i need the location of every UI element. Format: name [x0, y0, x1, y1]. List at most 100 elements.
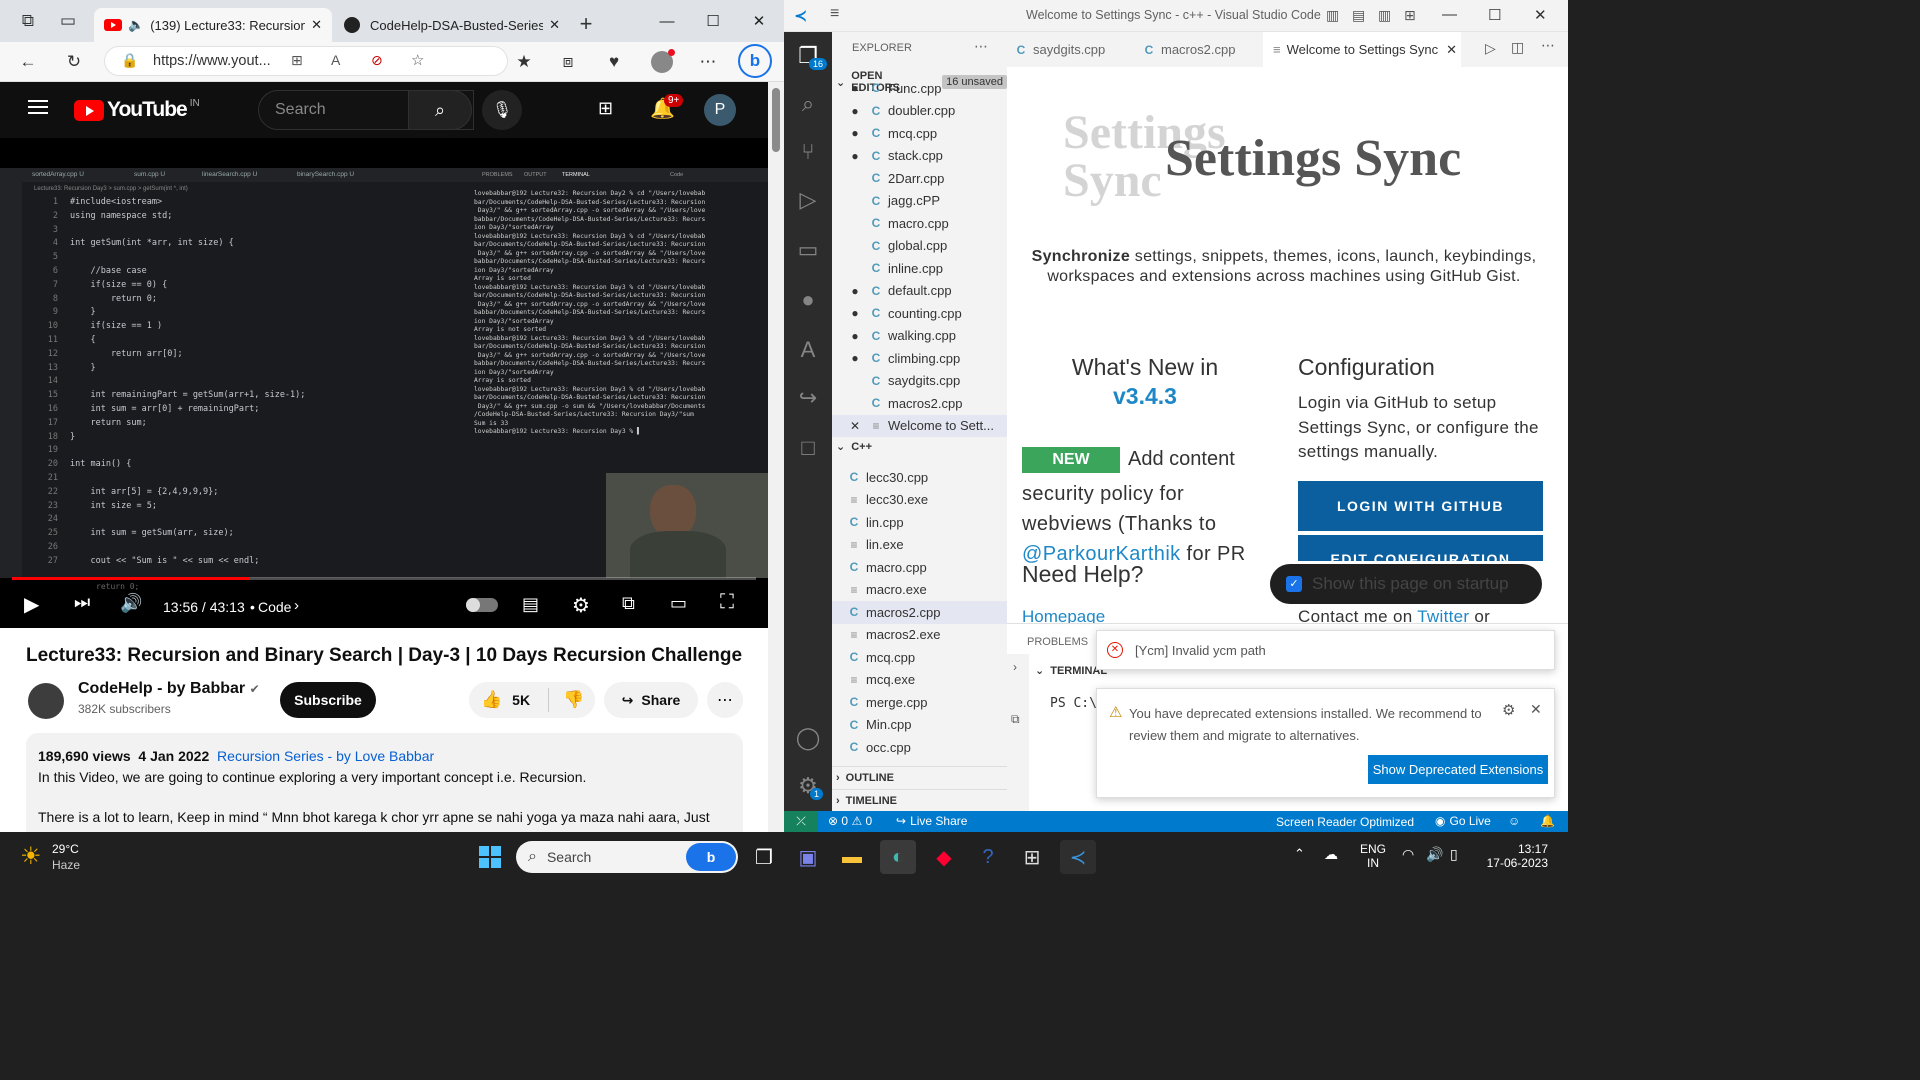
screen-reader-status[interactable]: Screen Reader Optimized [1270, 811, 1420, 832]
help-icon[interactable]: ? [970, 840, 1006, 874]
accounts-icon[interactable]: ◯ [784, 714, 832, 762]
checkbox-icon[interactable]: ✓ [1286, 576, 1302, 592]
more-icon[interactable]: ⋯ [1541, 37, 1555, 54]
avatar[interactable]: P [704, 94, 736, 126]
folder-file-item[interactable]: Cmacros2.cpp [832, 601, 1007, 624]
login-github-button[interactable]: LOGIN WITH GITHUB [1298, 481, 1543, 531]
problems-status[interactable]: ⊗ 0 ⚠ 0 [828, 814, 872, 828]
open-editor-item[interactable]: Csaydgits.cpp [832, 370, 1007, 393]
autoplay-toggle[interactable] [466, 598, 498, 612]
fullscreen-icon[interactable]: ⛶ [720, 591, 734, 614]
open-editor-item[interactable]: ● Cwalking.cpp [832, 325, 1007, 348]
open-editor-item[interactable]: ● Cclimbing.cpp [832, 347, 1007, 370]
edit-configuration-button[interactable]: EDIT CONFIGURATION [1298, 535, 1543, 561]
maximize-icon[interactable]: ☐ [1488, 6, 1501, 24]
folder-file-item[interactable]: Cocc.cpp [832, 736, 1007, 759]
profile-icon[interactable] [646, 46, 678, 78]
folder-file-item[interactable]: Cmacro.cpp [832, 556, 1007, 579]
folder-file-item[interactable]: ≡ macro.exe [832, 579, 1007, 602]
store-icon[interactable]: ⊞ [1014, 840, 1050, 874]
back-icon[interactable]: ← [12, 46, 44, 78]
folder-file-item[interactable]: Clin.cpp [832, 511, 1007, 534]
like-button[interactable]: 👍 5K [469, 688, 549, 712]
volume-icon[interactable]: 🔊 [120, 593, 142, 614]
open-editor-item[interactable]: ● Ccounting.cpp [832, 302, 1007, 325]
chapter-label[interactable]: Code [258, 599, 291, 615]
youtube-logo[interactable]: YouTube IN [74, 98, 200, 122]
close-icon[interactable]: ✕ [848, 419, 862, 433]
windows-start-icon[interactable] [472, 840, 508, 874]
wifi-icon[interactable]: ◠ [1402, 846, 1414, 863]
homepage-link[interactable]: Homepage [1022, 607, 1105, 623]
language-indicator[interactable]: ENG IN [1360, 842, 1386, 870]
create-video-icon[interactable]: ⊞ [598, 98, 613, 119]
outline-header[interactable]: › OUTLINE [832, 766, 1007, 788]
vscode-taskbar-icon[interactable]: ≺ [1060, 840, 1096, 874]
problems-tab[interactable]: PROBLEMS [1027, 636, 1088, 648]
chevron-right-icon[interactable]: › [1013, 660, 1017, 674]
progress-bar[interactable] [12, 577, 756, 580]
minimize-icon[interactable]: — [1442, 6, 1457, 23]
close-icon[interactable]: ✕ [311, 17, 322, 33]
run-icon[interactable]: ▷ [1485, 40, 1496, 57]
channel-name[interactable]: CodeHelp - by Babbar ✔ [78, 680, 260, 698]
task-view-icon[interactable]: ❐ [746, 840, 782, 874]
file-explorer-icon[interactable]: ▬ [834, 840, 870, 874]
edge-icon[interactable]: ◐ [880, 840, 916, 874]
onedrive-icon[interactable]: ☁ [1324, 846, 1338, 863]
url-field[interactable]: 🔒 https://www.yout... ⊞ A ⊘ ☆ [104, 46, 508, 76]
show-deprecated-extensions-button[interactable]: Show Deprecated Extensions [1368, 755, 1548, 784]
volume-icon[interactable]: 🔊 [1426, 846, 1443, 863]
folder-file-item[interactable]: Clecc30.cpp [832, 466, 1007, 489]
close-window-icon[interactable]: ✕ [736, 0, 782, 42]
chevron-up-icon[interactable]: ⌃ [1294, 846, 1305, 862]
customize-layout-icon[interactable]: ⊞ [1404, 7, 1416, 24]
azure-icon[interactable]: A [784, 326, 832, 374]
description-box[interactable]: 189,690 views 4 Jan 2022 Recursion Serie… [26, 733, 743, 832]
chevron-right-icon[interactable]: › [294, 597, 299, 614]
page-scrollbar[interactable] [768, 82, 784, 832]
open-editor-item[interactable]: ● Cdefault.cpp [832, 280, 1007, 303]
terminal-icon[interactable]: ⧉ [1011, 712, 1020, 727]
toggle-secondary-sidebar-icon[interactable]: ▥ [1378, 7, 1391, 24]
open-editor-item[interactable]: Cinline.cpp [832, 257, 1007, 280]
toggle-panel-icon[interactable]: ▤ [1352, 7, 1365, 24]
folder-file-item[interactable]: C Min.cpp [832, 714, 1007, 737]
browser-essentials-icon[interactable]: ♥ [598, 46, 630, 78]
more-actions-icon[interactable]: ⋯ [707, 682, 743, 718]
folder-file-item[interactable]: ≡ mcq.exe [832, 669, 1007, 692]
collections-icon[interactable]: ⧈ [552, 46, 584, 78]
open-editor-item[interactable]: Cjagg.cPP [832, 190, 1007, 213]
editor-tab-active[interactable]: ≡ Welcome to Settings Sync ✕ [1263, 32, 1461, 67]
toggle-sidebar-icon[interactable]: ▥ [1326, 7, 1339, 24]
tab-actions-icon[interactable]: ▭ [52, 5, 84, 37]
tracking-icon[interactable]: ⊘ [371, 52, 383, 69]
new-tab-icon[interactable]: + [570, 8, 602, 40]
video-player[interactable]: sortedArray.cpp U sum.cpp U linearSearch… [0, 138, 768, 628]
share-button[interactable]: ↪ Share [604, 682, 698, 718]
next-icon[interactable]: ⏭ [74, 592, 90, 613]
teams-icon[interactable]: ▣ [790, 840, 826, 874]
app-icon[interactable]: ◆ [926, 840, 962, 874]
more-icon[interactable]: ⋯ [692, 46, 724, 78]
open-editor-item[interactable]: ● Cmcq.cpp [832, 122, 1007, 145]
folder-file-item[interactable]: Cmerge.cpp [832, 691, 1007, 714]
source-control-icon[interactable]: ⑂ [784, 128, 832, 176]
open-editor-item[interactable]: Cmacro.cpp [832, 212, 1007, 235]
run-debug-icon[interactable]: ▷ [784, 176, 832, 224]
minimize-icon[interactable]: — [644, 0, 690, 42]
subtitles-icon[interactable]: ▤ [522, 594, 539, 615]
gear-icon[interactable]: ⚙ [1502, 701, 1515, 719]
weather-icon[interactable]: ☀ [20, 842, 42, 871]
editor-tab[interactable]: Csaydgits.cpp [1007, 32, 1135, 67]
remote-icon[interactable]: ⤫ [784, 811, 818, 832]
timeline-header[interactable]: › TIMELINE [832, 789, 1007, 811]
open-editor-item[interactable]: Cmacros2.cpp [832, 392, 1007, 415]
folder-file-item[interactable]: ≡ lecc30.exe [832, 489, 1007, 512]
favorites-icon[interactable]: ★ [508, 46, 540, 78]
explorer-icon[interactable]: ❐ [784, 32, 832, 80]
split-editor-icon[interactable]: ◫ [1511, 39, 1524, 56]
playlist-link[interactable]: Recursion Series - by Love Babbar [217, 748, 434, 764]
speaker-icon[interactable]: 🔈 [128, 17, 144, 33]
github-icon[interactable]: ● [784, 276, 832, 324]
